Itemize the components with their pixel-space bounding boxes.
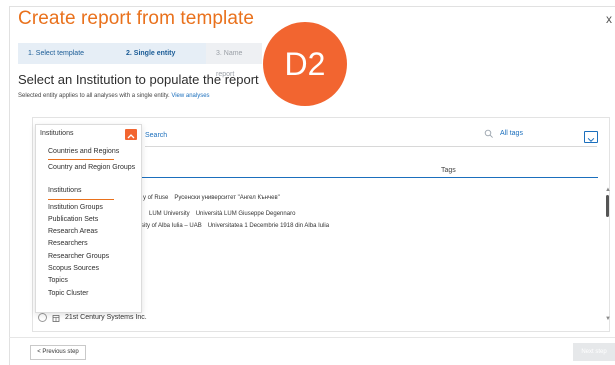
search-underline bbox=[145, 146, 597, 147]
step-tabs: 1. Select template 2. Single entity 3. N… bbox=[18, 43, 262, 78]
option-topics[interactable]: Topics bbox=[48, 275, 138, 287]
table-row[interactable]: y of Ruse Русенски университет "Ангел Кън… bbox=[143, 195, 280, 201]
row-name: 21st Century Systems Inc. bbox=[65, 314, 147, 321]
next-step-button[interactable]: Next step bbox=[573, 343, 615, 361]
row-local-name: Русенски университет "Ангел Кънчев" bbox=[174, 195, 280, 201]
view-analyses-link[interactable]: View analyses bbox=[171, 93, 209, 99]
dropdown-options: Countries and Regions Country and Region… bbox=[48, 146, 138, 300]
chevron-up-icon bbox=[127, 134, 135, 139]
table-row[interactable]: LUM University Università LUM Giuseppe De… bbox=[149, 211, 295, 217]
option-topic-cluster[interactable]: Topic Cluster bbox=[48, 288, 138, 300]
chevron-down-icon bbox=[587, 137, 595, 142]
tags-filter-label[interactable]: All tags bbox=[500, 130, 523, 137]
table-header-line bbox=[140, 177, 598, 178]
subtext-text: Selected entity applies to all analyses … bbox=[18, 93, 170, 99]
option-scopus-sources[interactable]: Scopus Sources bbox=[48, 263, 138, 275]
subtext: Selected entity applies to all analyses … bbox=[18, 93, 210, 99]
row-name: y of Ruse bbox=[143, 195, 169, 201]
option-research-areas[interactable]: Research Areas bbox=[48, 226, 138, 238]
table-row[interactable]: sity of Alba Iulia – UAB Universitatea 1 … bbox=[141, 223, 329, 229]
search-icon[interactable] bbox=[484, 129, 494, 139]
scrollbar-thumb[interactable] bbox=[606, 195, 609, 217]
search-input[interactable]: Search bbox=[145, 132, 167, 139]
previous-step-button[interactable]: < Previous step bbox=[30, 345, 86, 360]
option-institutions[interactable]: Institutions bbox=[48, 185, 138, 197]
row-local-name: Universitatea 1 Decembrie 1918 din Alba … bbox=[207, 223, 330, 229]
step-single-entity[interactable]: 2. Single entity bbox=[116, 43, 206, 64]
option-countries-and-regions[interactable]: Countries and Regions bbox=[48, 146, 138, 158]
option-researchers[interactable]: Researchers bbox=[48, 238, 138, 250]
close-button[interactable]: x bbox=[606, 12, 612, 26]
scroll-down-arrow[interactable]: ▼ bbox=[605, 316, 611, 322]
row-radio[interactable] bbox=[38, 313, 47, 322]
entity-type-select[interactable]: Institutions bbox=[40, 130, 73, 137]
dialog-title: Create report from template bbox=[18, 8, 255, 29]
table-row[interactable]: 21st Century Systems Inc. bbox=[38, 313, 147, 322]
footer-divider bbox=[9, 337, 615, 338]
option-country-and-region-groups[interactable]: Country and Region Groups bbox=[48, 162, 138, 185]
step-badge: D2 bbox=[263, 22, 347, 106]
step-select-template[interactable]: 1. Select template bbox=[18, 43, 116, 64]
option-researcher-groups[interactable]: Researcher Groups bbox=[48, 251, 138, 263]
building-icon bbox=[52, 314, 60, 322]
option-publication-sets[interactable]: Publication Sets bbox=[48, 214, 138, 226]
tags-column-header: Tags bbox=[441, 167, 456, 174]
option-separator bbox=[48, 159, 114, 161]
dropdown-toggle[interactable] bbox=[125, 129, 137, 140]
step-name-report: 3. Name report bbox=[206, 43, 262, 78]
row-name: sity of Alba Iulia – UAB bbox=[141, 223, 202, 229]
option-institution-groups[interactable]: Institution Groups bbox=[48, 202, 138, 214]
option-separator bbox=[48, 198, 114, 200]
scroll-up-arrow[interactable]: ▲ bbox=[605, 187, 611, 193]
tags-filter-dropdown[interactable] bbox=[584, 131, 598, 143]
page-heading: Select an Institution to populate the re… bbox=[18, 72, 259, 87]
row-local-name: Università LUM Giuseppe Degennaro bbox=[195, 211, 296, 217]
row-name: LUM University bbox=[149, 211, 190, 217]
